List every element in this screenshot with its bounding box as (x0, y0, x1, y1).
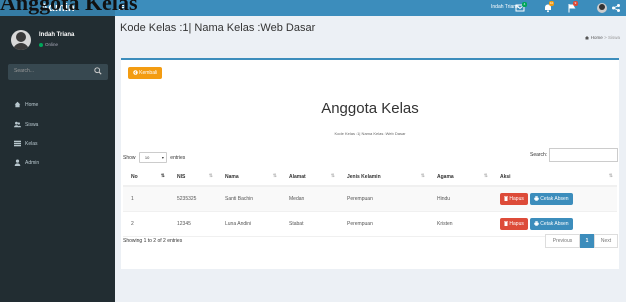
page-title: Kode Kelas :1| Nama Kelas :Web Dasar (120, 22, 316, 34)
content-box: Kembali Anggota Kelas Kode Kelas :1| Nam… (121, 58, 619, 269)
cell-alamat: Medan (281, 186, 339, 212)
show-label: Show (123, 154, 136, 161)
trash-icon (504, 221, 508, 227)
cell-aksi: Hapus Cetak Absen (492, 186, 617, 212)
column-header-nis[interactable]: NIS ⇅ (169, 168, 217, 187)
sidebar-item-admin[interactable]: Admin (14, 158, 39, 168)
cell-nama: Santi Bachin (217, 186, 281, 212)
users-icon (14, 121, 21, 128)
print-attendance-button[interactable]: Cetak Absen (529, 193, 573, 205)
top-navbar: 4 10 9 Indah Triana (115, 0, 626, 16)
sidebar-item-kelas[interactable]: Kelas (14, 139, 38, 149)
messages-badge: 4 (522, 2, 527, 7)
cell-jenis-kelamin: Perempuan (339, 186, 429, 212)
print-button-label: Cetak Absen (540, 196, 569, 202)
cell-jenis-kelamin: Perempuan (339, 211, 429, 237)
sort-icon: ⇅ (160, 173, 165, 179)
overlay-page-title: Anggota Kelas (0, 0, 138, 15)
user-icon (14, 159, 21, 167)
cell-agama: Kristen (429, 211, 492, 237)
breadcrumb-separator: > (604, 35, 607, 40)
sort-icon: ⇅ (483, 173, 488, 179)
sidebar-item-label: Admin (25, 160, 40, 166)
home-icon (14, 101, 21, 108)
sort-icon: ⇅ (330, 173, 335, 179)
print-attendance-button[interactable]: Cetak Absen (529, 218, 573, 230)
navbar-avatar[interactable] (597, 3, 607, 13)
entries-label: entries (170, 154, 186, 161)
cell-agama: Hindu (429, 186, 492, 212)
user-status: Online (39, 42, 58, 47)
delete-button-label: Hapus (509, 196, 524, 202)
column-header-no[interactable]: No ⇅ (123, 168, 169, 187)
table-row: 1 5235325 Santi Bachin Medan Perempuan H… (123, 186, 617, 212)
sidebar-item-label: Kelas (25, 141, 38, 147)
previous-page-button[interactable]: Previous (545, 234, 580, 248)
print-icon (534, 221, 539, 226)
sort-icon: ⇅ (272, 173, 277, 179)
sidebar-item-siswa[interactable]: Siswa (14, 120, 38, 130)
online-dot-icon (39, 42, 43, 47)
list-icon (14, 140, 21, 147)
content-header: Kode Kelas :1| Nama Kelas :Web Dasar Hom… (115, 16, 626, 46)
column-header-nama[interactable]: Nama ⇅ (217, 168, 281, 187)
box-subtitle: Kode Kelas :1| Nama Kelas :Web Dasar (334, 131, 406, 136)
back-button-label: Kembali (139, 70, 158, 76)
sidebar-item-label: Home (25, 102, 39, 108)
arrow-left-circle-icon (133, 70, 138, 75)
table-header-row: No ⇅ NIS ⇅ Nama ⇅ Alamat ⇅ Jenis Kelamin ⇅ Ag… (123, 168, 617, 187)
page-1-button[interactable]: 1 (580, 234, 594, 248)
cell-no: 2 (123, 211, 169, 237)
delete-button[interactable]: Hapus (500, 218, 528, 230)
trash-icon (504, 196, 508, 202)
navbar-user-name[interactable]: Indah Triana (491, 4, 519, 10)
sidebar: Admin Indah Triana Online Search... Home… (0, 0, 115, 302)
sidebar-search-input[interactable]: Search... (8, 64, 108, 80)
search-icon[interactable] (94, 67, 102, 75)
delete-button[interactable]: Hapus (500, 193, 528, 205)
sidebar-item-label: Siswa (25, 122, 39, 128)
sort-icon: ⇅ (208, 173, 213, 179)
column-header-aksi[interactable]: Aksi ⇅ (492, 168, 617, 187)
entries-value: 10 (144, 155, 150, 160)
sidebar-search-placeholder: Search... (14, 68, 35, 74)
column-header-alamat[interactable]: Alamat ⇅ (281, 168, 339, 187)
table-search-input[interactable] (549, 148, 618, 162)
breadcrumb-siswa[interactable]: Siswa (608, 35, 620, 40)
cell-nis: 12345 (169, 211, 217, 237)
sort-icon: ⇅ (608, 173, 613, 179)
box-title: Anggota Kelas (321, 100, 419, 117)
print-button-label: Cetak Absen (540, 221, 569, 227)
cell-aksi: Hapus Cetak Absen (492, 211, 617, 237)
print-icon (534, 196, 539, 201)
table-info: Showing 1 to 2 of 2 entries (123, 238, 183, 244)
breadcrumb: Home > Siswa (584, 35, 620, 40)
column-header-agama[interactable]: Agama ⇅ (429, 168, 492, 187)
user-status-label: Online (45, 42, 59, 47)
dashboard-icon (584, 36, 589, 40)
tasks-badge: 9 (573, 1, 578, 6)
next-page-button[interactable]: Next (594, 234, 618, 248)
members-table: No ⇅ NIS ⇅ Nama ⇅ Alamat ⇅ Jenis Kelamin ⇅ Ag… (123, 168, 617, 237)
delete-button-label: Hapus (509, 221, 524, 227)
user-panel: Indah Triana Online (8, 30, 113, 60)
cell-nama: Luna Andini (217, 211, 281, 237)
show-entries: Show 10 ▾ entries (123, 152, 185, 163)
column-header-jenis-kelamin[interactable]: Jenis Kelamin ⇅ (339, 168, 429, 187)
back-button[interactable]: Kembali (128, 67, 162, 79)
cell-alamat: Stabat (281, 211, 339, 237)
share-icon[interactable] (611, 3, 621, 13)
user-name: Indah Triana (39, 32, 75, 38)
table-search-label: Search: (530, 152, 548, 158)
chevron-down-icon: ▾ (161, 155, 164, 160)
breadcrumb-home[interactable]: Home (591, 35, 603, 40)
sort-icon: ⇅ (420, 173, 425, 179)
cell-no: 1 (123, 186, 169, 212)
table-row: 2 12345 Luna Andini Stabat Perempuan Kri… (123, 211, 617, 237)
sidebar-item-home[interactable]: Home (14, 100, 38, 110)
avatar (11, 30, 31, 50)
entries-select[interactable]: 10 ▾ (138, 152, 167, 163)
notifications-badge: 10 (549, 1, 554, 6)
cell-nis: 5235325 (169, 186, 217, 212)
